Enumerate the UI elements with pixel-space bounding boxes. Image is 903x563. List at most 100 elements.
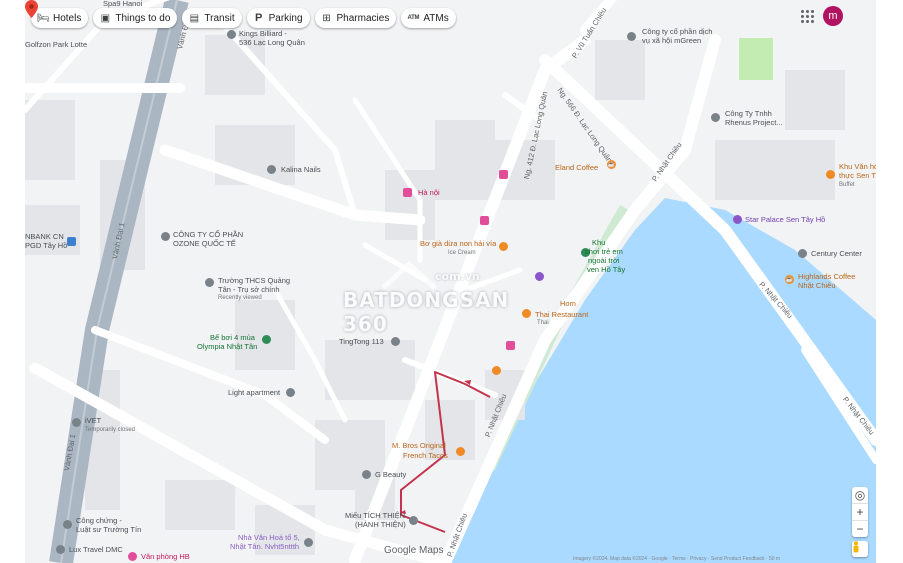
shop-icon[interactable] (480, 216, 489, 225)
place-label: PGD Tây Hồ (25, 241, 68, 250)
poi-icon[interactable] (227, 30, 236, 39)
ice-cream-icon[interactable] (499, 242, 508, 251)
place-label: Star Palace Sen Tây Hồ (745, 215, 826, 224)
place-label: Rhenus Project... (725, 118, 783, 127)
chip-transit[interactable]: ▤ Transit (182, 8, 242, 28)
temple-icon[interactable] (409, 516, 418, 525)
my-location-icon[interactable]: ◎ (852, 487, 868, 503)
place-label: Ice Cream (448, 250, 476, 256)
chip-things-to-do[interactable]: ▣ Things to do (93, 8, 178, 28)
account-avatar[interactable]: m (823, 6, 843, 26)
map-controls: ◎ + − (852, 487, 868, 537)
shop-icon[interactable] (403, 188, 412, 197)
place-label: Thai Restaurant (535, 310, 589, 319)
place-label: Tân - Trụ sở chính (218, 285, 280, 294)
cafe-icon[interactable]: ☕ (785, 275, 794, 284)
poi-icon[interactable] (267, 165, 276, 174)
place-label: Bơ già dừa non hải vía (420, 239, 497, 248)
place-label: Công Ty Tnhh (725, 109, 772, 118)
place-label: Lux Travel DMC (69, 545, 123, 554)
zoom-out-button[interactable]: − (852, 520, 868, 537)
place-label: Golfzon Park Lotte (25, 40, 88, 49)
place-label: Bể bơi 4 mùa (210, 333, 255, 342)
pegman-icon[interactable] (852, 541, 868, 557)
place-label: Eland Coffee (555, 163, 599, 172)
place-label: thực Sen T (839, 171, 876, 180)
place-label: Văn phòng HB (141, 552, 190, 561)
place-label: Nhật Chiêu (798, 281, 836, 290)
shop-icon[interactable] (499, 170, 508, 179)
poi-icon[interactable] (304, 538, 313, 547)
place-label: Olympia Nhật Tân (197, 342, 258, 351)
google-maps-logo: Google Maps (384, 545, 444, 556)
poi-icon[interactable] (362, 470, 371, 479)
event-venue-icon[interactable] (733, 215, 742, 224)
poi-icon[interactable] (286, 388, 295, 397)
place-label: French Tacos (403, 451, 448, 460)
bank-icon[interactable] (67, 237, 76, 246)
chip-pharmacies[interactable]: ⊞ Pharmacies (314, 8, 397, 28)
place-label: ngoài trời (588, 256, 620, 265)
poi-icon[interactable] (63, 520, 72, 529)
place-label: Hom (560, 299, 576, 308)
place-label: Nhà Văn Hoá tổ 5, (238, 533, 300, 542)
place-label: vụ xã hội mGreen (642, 36, 702, 45)
place-label: Hà nội (418, 188, 440, 197)
chip-atms[interactable]: ATM ATMs (401, 8, 456, 28)
place-label: Spa9 Hanoi (103, 0, 143, 8)
school-icon[interactable] (205, 278, 214, 287)
poi-icon[interactable] (798, 249, 807, 258)
poi-icon[interactable] (627, 32, 636, 41)
map-footer: Imagery ©2024, Map data ©2024 · Google ·… (573, 556, 781, 562)
poi-icon[interactable] (128, 552, 137, 561)
poi-icon[interactable] (535, 272, 544, 281)
chip-hotels[interactable]: 🛏 Hotels (31, 8, 89, 28)
restaurant-icon[interactable] (456, 447, 465, 456)
place-label: Miếu TÍCH THIỆN (345, 511, 406, 520)
place-label: OZONE QUỐC TẾ (173, 239, 236, 248)
pool-icon[interactable] (262, 335, 271, 344)
place-label: Century Center (811, 249, 862, 258)
poi-icon[interactable] (161, 232, 170, 241)
park-area (739, 38, 773, 80)
place-label: chơi trẻ em (585, 247, 623, 256)
place-label: iVET (85, 416, 102, 425)
apps-grid-icon[interactable] (798, 7, 816, 25)
restaurant-icon[interactable] (826, 170, 835, 179)
map-canvas[interactable]: Vành Đai 1 Vành Đai 1 Vành Đai 1 P. Vũ T… (25, 0, 876, 563)
chip-label: Pharmacies (336, 12, 390, 24)
poi-icon[interactable] (711, 113, 720, 122)
place-label: Temporarily closed (85, 427, 136, 433)
bed-icon: 🛏 (37, 12, 50, 24)
place-label: Nhật Tân. Nvht5nttth (230, 542, 300, 551)
cafe-icon[interactable]: ☕ (607, 160, 616, 169)
chip-parking[interactable]: P Parking (246, 8, 310, 28)
place-label: M. Bros Original (392, 441, 446, 450)
place-label: (HÀNH THIỆN) (355, 520, 406, 529)
parking-icon: P (254, 12, 263, 24)
chip-label: Parking (268, 12, 303, 24)
pharmacy-icon: ⊞ (322, 12, 331, 24)
chip-label: Things to do (115, 12, 171, 24)
restaurant-icon[interactable] (522, 309, 531, 318)
shop-icon[interactable] (506, 341, 515, 350)
lake-island (858, 337, 876, 377)
place-label: CÔNG TY CỔ PHẦN (173, 230, 244, 239)
camera-icon: ▣ (100, 12, 111, 24)
place-label: Light apartment (228, 388, 281, 397)
place-label: NBANK CN (25, 232, 64, 241)
place-label: ven Hồ Tây (587, 265, 626, 274)
cafe-icon[interactable] (492, 366, 501, 375)
poi-icon[interactable] (56, 545, 65, 554)
place-label: Buffet (839, 182, 855, 188)
chip-label: Hotels (53, 12, 82, 24)
place-label: Trường THCS Quảng (218, 276, 291, 285)
poi-icon[interactable] (391, 337, 400, 346)
atm-icon: ATM (407, 15, 420, 21)
vet-icon[interactable] (72, 418, 81, 427)
location-pin-icon[interactable] (25, 0, 38, 18)
zoom-in-button[interactable]: + (852, 503, 868, 520)
chip-label: Transit (204, 12, 235, 24)
place-label: G Beauty (375, 470, 407, 479)
place-label: Kings Billiard - (239, 29, 287, 38)
